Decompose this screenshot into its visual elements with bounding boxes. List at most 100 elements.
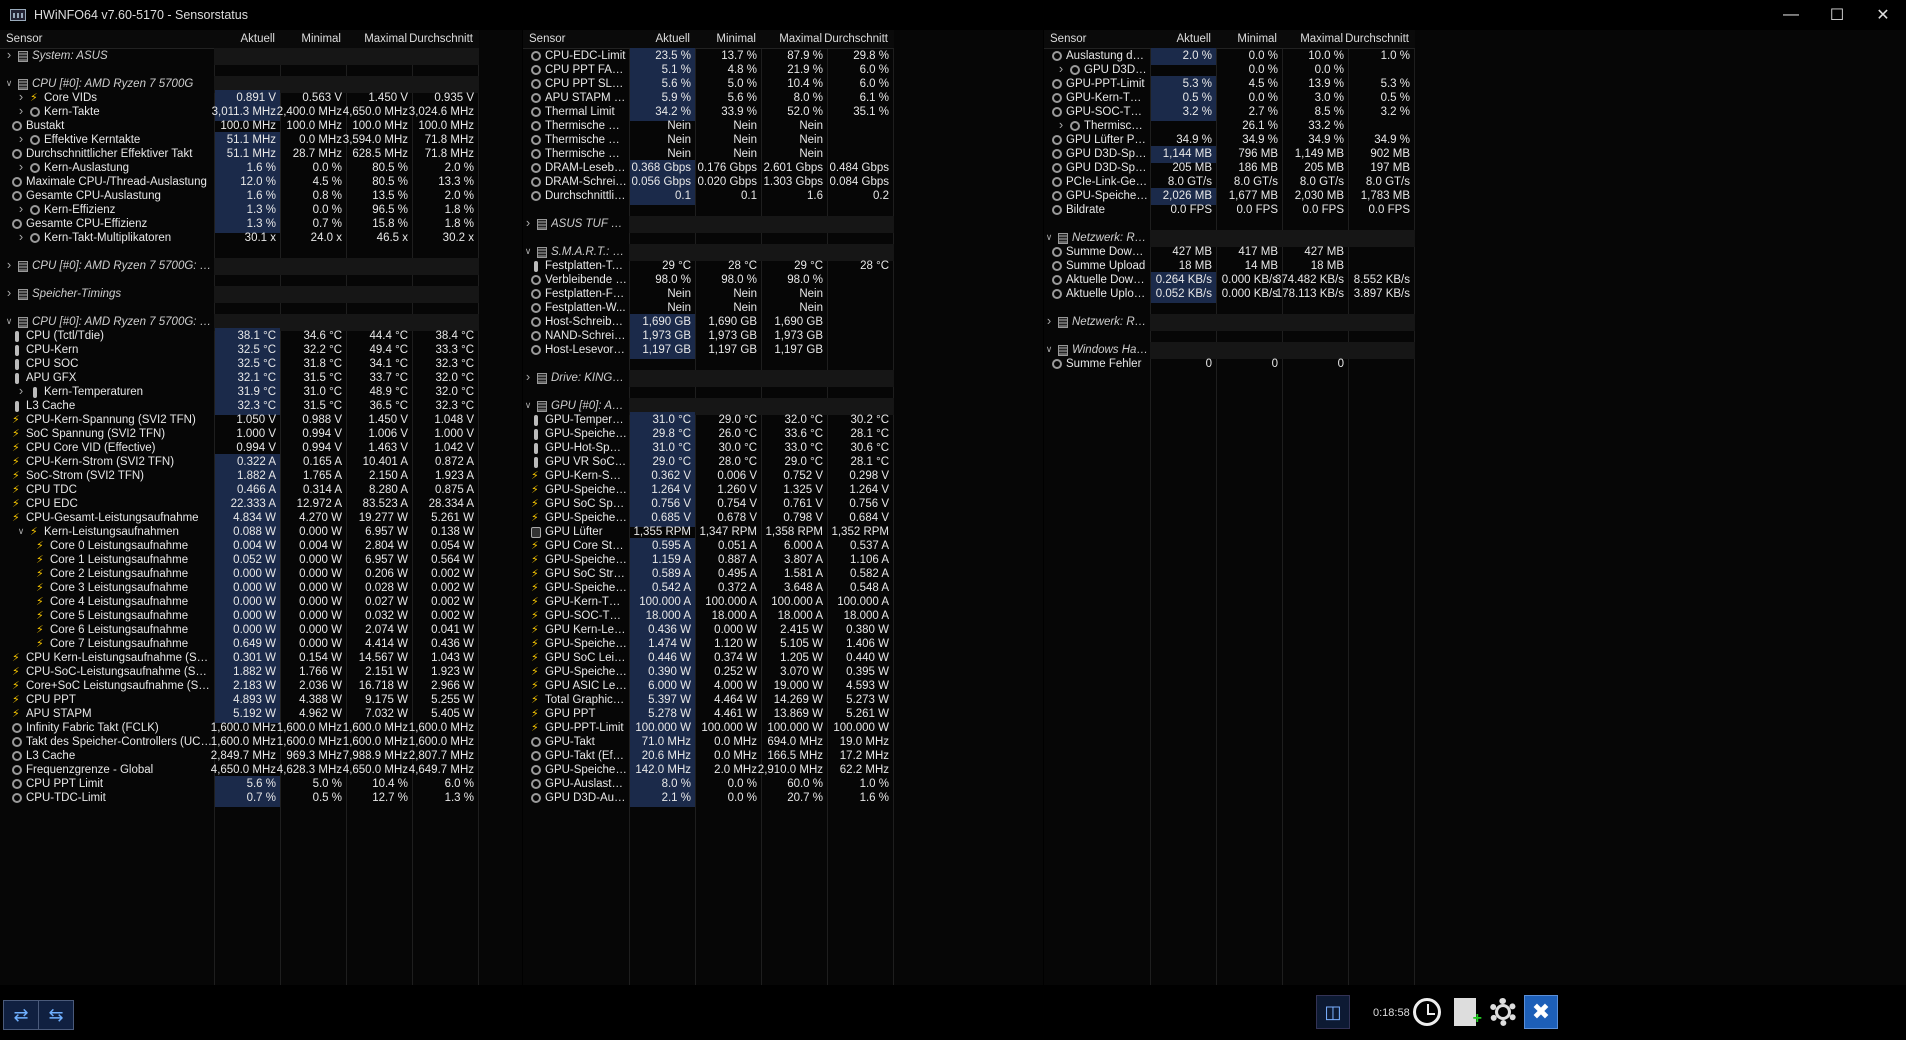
sensor-row[interactable]: Aktuelle Upload... 0.052 KB/s 0.000 KB/s 17…: [1044, 286, 1415, 303]
sensor-gauge-icon: [12, 149, 22, 159]
chevron-right-icon[interactable]: ›: [1056, 117, 1066, 132]
sensor-row[interactable]: GPU D3D-Ausla... 2.1 % 0.0 % 20.7 % 1.6 %: [523, 790, 894, 807]
column-header-avg[interactable]: Durchschnitt: [824, 33, 888, 45]
sensor-group-header[interactable]: › CPU [#0]: AMD Ryzen 7 5700G: C-State ..…: [0, 257, 479, 275]
column-header-sensor[interactable]: Sensor: [529, 33, 565, 45]
column-header-cur[interactable]: Aktuell: [1176, 33, 1211, 45]
value-avg: 1.923 A: [434, 470, 474, 482]
column-header-min[interactable]: Minimal: [716, 33, 756, 45]
value-min: 1.765 A: [302, 470, 342, 482]
value-cur: 0.056 Gbps: [631, 176, 691, 188]
chevron-right-icon[interactable]: ›: [4, 285, 14, 300]
chevron-right-icon[interactable]: ›: [16, 383, 26, 398]
value-min: 0.5 %: [312, 792, 342, 804]
sensor-row[interactable]: Summe Fehler 0 0 0: [1044, 356, 1415, 373]
value-max: 49.4 °C: [369, 344, 408, 356]
sensor-label: Bildrate: [1066, 204, 1105, 216]
next-arrows-button[interactable]: ⇆: [38, 1000, 74, 1030]
chevron-right-icon[interactable]: ›: [523, 369, 533, 384]
sensor-label: CPU-Kern-Strom (SVI2 TFN): [26, 456, 175, 468]
value-avg: 30.2 °C: [850, 414, 889, 426]
gear-icon: [1489, 998, 1517, 1026]
chevron-right-icon[interactable]: ›: [523, 215, 533, 230]
value-max: 100.000 A: [771, 596, 823, 608]
chevron-right-icon[interactable]: ›: [1056, 61, 1066, 76]
sensor-row[interactable]: Host-Lesevorg... 1,197 GB 1,197 GB 1,197 GB: [523, 342, 894, 359]
chevron-right-icon[interactable]: ›: [16, 103, 26, 118]
sensor-gauge-icon: [1052, 359, 1062, 369]
network-button[interactable]: ◫: [1316, 995, 1350, 1029]
sensor-pane-3[interactable]: Sensor Aktuell Minimal Maximal Durchschnitt A…: [1044, 30, 1906, 985]
lightning-bolt-icon: ⚡: [531, 624, 539, 636]
close-window-button[interactable]: ✕: [1860, 0, 1906, 30]
sensor-label: Core 4 Leistungsaufnahme: [50, 596, 189, 608]
maximize-button[interactable]: ☐: [1814, 0, 1860, 30]
sensor-group-header[interactable]: › System: ASUS: [0, 47, 479, 65]
sensor-gauge-icon: [12, 191, 22, 201]
clock-icon: [1413, 998, 1441, 1026]
chevron-down-icon[interactable]: ∨: [1044, 232, 1054, 243]
chevron-right-icon[interactable]: ›: [16, 229, 26, 244]
column-header-avg[interactable]: Durchschnitt: [1345, 33, 1409, 45]
column-header-max[interactable]: Maximal: [364, 33, 407, 45]
value-cur: 2.183 W: [233, 680, 276, 692]
column-header-avg[interactable]: Durchschnitt: [409, 33, 473, 45]
clock-button[interactable]: [1410, 995, 1444, 1029]
sensor-label: Thermische ...: [1084, 120, 1148, 132]
column-header-min[interactable]: Minimal: [1237, 33, 1277, 45]
column-header-sensor[interactable]: Sensor: [6, 33, 42, 45]
value-avg: 1,600.0 MHz: [408, 736, 474, 748]
value-max: 1.006 V: [368, 428, 408, 440]
column-header-max[interactable]: Maximal: [1300, 33, 1343, 45]
sensor-pane-2[interactable]: Sensor Aktuell Minimal Maximal Durchschnitt C…: [523, 30, 1043, 985]
close-sensors-button[interactable]: ✖: [1524, 995, 1558, 1029]
value-avg: 32.0 °C: [435, 372, 474, 384]
column-header-min[interactable]: Minimal: [301, 33, 341, 45]
sensor-row[interactable]: CPU-TDC-Limit 0.7 % 0.5 % 12.7 % 1.3 %: [0, 790, 479, 807]
sensor-label: CPU [#0]: AMD Ryzen 7 5700G: Enhanced: [32, 316, 212, 328]
sensor-label: Durchschnittlicher Effektiver Takt: [26, 148, 193, 160]
value-min: 0.0 %: [312, 162, 342, 174]
sensor-label: Thermische Dro...: [545, 148, 627, 160]
lightning-bolt-icon: ⚡: [531, 470, 539, 482]
chevron-down-icon[interactable]: ∨: [523, 400, 533, 411]
report-button[interactable]: +: [1448, 995, 1482, 1029]
sensor-label: CPU-Kern-Spannung (SVI2 TFN): [26, 414, 196, 426]
sensor-row[interactable]: Durchschnittlic... 0.1 0.1 1.6 0.2: [523, 188, 894, 205]
sensor-label: Festplatten-Te...: [545, 260, 627, 272]
value-cur: 30.1 x: [244, 232, 276, 244]
value-max: 374.482 KB/s: [1274, 274, 1344, 286]
minimize-button[interactable]: —: [1768, 0, 1814, 30]
column-header-sensor[interactable]: Sensor: [1050, 33, 1086, 45]
settings-button[interactable]: [1486, 995, 1520, 1029]
chevron-right-icon[interactable]: ›: [16, 89, 26, 104]
column-header-cur[interactable]: Aktuell: [240, 33, 275, 45]
chevron-right-icon[interactable]: ›: [16, 201, 26, 216]
sensor-group-header[interactable]: › Drive: KINGST...: [523, 369, 894, 387]
chevron-down-icon[interactable]: ∨: [4, 78, 14, 89]
chevron-right-icon[interactable]: ›: [4, 47, 14, 62]
chevron-right-icon[interactable]: ›: [16, 159, 26, 174]
sensor-row[interactable]: Bildrate 0.0 FPS 0.0 FPS 0.0 FPS 0.0 FPS: [1044, 202, 1415, 219]
sensor-group-header[interactable]: › ASUS TUF GAM...: [523, 215, 894, 233]
column-header-cur[interactable]: Aktuell: [655, 33, 690, 45]
value-min: 4.461 W: [714, 708, 757, 720]
chevron-down-icon[interactable]: ∨: [523, 246, 533, 257]
chevron-down-icon[interactable]: ∨: [4, 316, 14, 327]
value-min: 0.165 A: [302, 456, 342, 468]
sensor-pane-1[interactable]: Sensor Aktuell Minimal Maximal Durchschnitt ›…: [0, 30, 522, 985]
chevron-right-icon[interactable]: ›: [16, 131, 26, 146]
value-min: 1.260 V: [717, 484, 757, 496]
value-avg: 0.564 W: [431, 554, 474, 566]
previous-arrows-button[interactable]: ⇄: [3, 1000, 39, 1030]
chevron-down-icon[interactable]: ∨: [1044, 344, 1054, 355]
chevron-down-icon[interactable]: ∨: [16, 526, 26, 537]
value-cur: 1,600.0 MHz: [210, 722, 276, 734]
chevron-right-icon[interactable]: ›: [4, 257, 14, 272]
sensor-group-header[interactable]: › Speicher-Timings: [0, 285, 479, 303]
sensor-row[interactable]: › Kern-Takt-Multiplikatoren 30.1 x 24.0 x 46…: [0, 229, 479, 247]
chip-icon: [1058, 233, 1068, 244]
chevron-right-icon[interactable]: ›: [1044, 313, 1054, 328]
column-header-max[interactable]: Maximal: [779, 33, 822, 45]
sensor-group-header[interactable]: › Netzwerk: Real...: [1044, 313, 1415, 331]
